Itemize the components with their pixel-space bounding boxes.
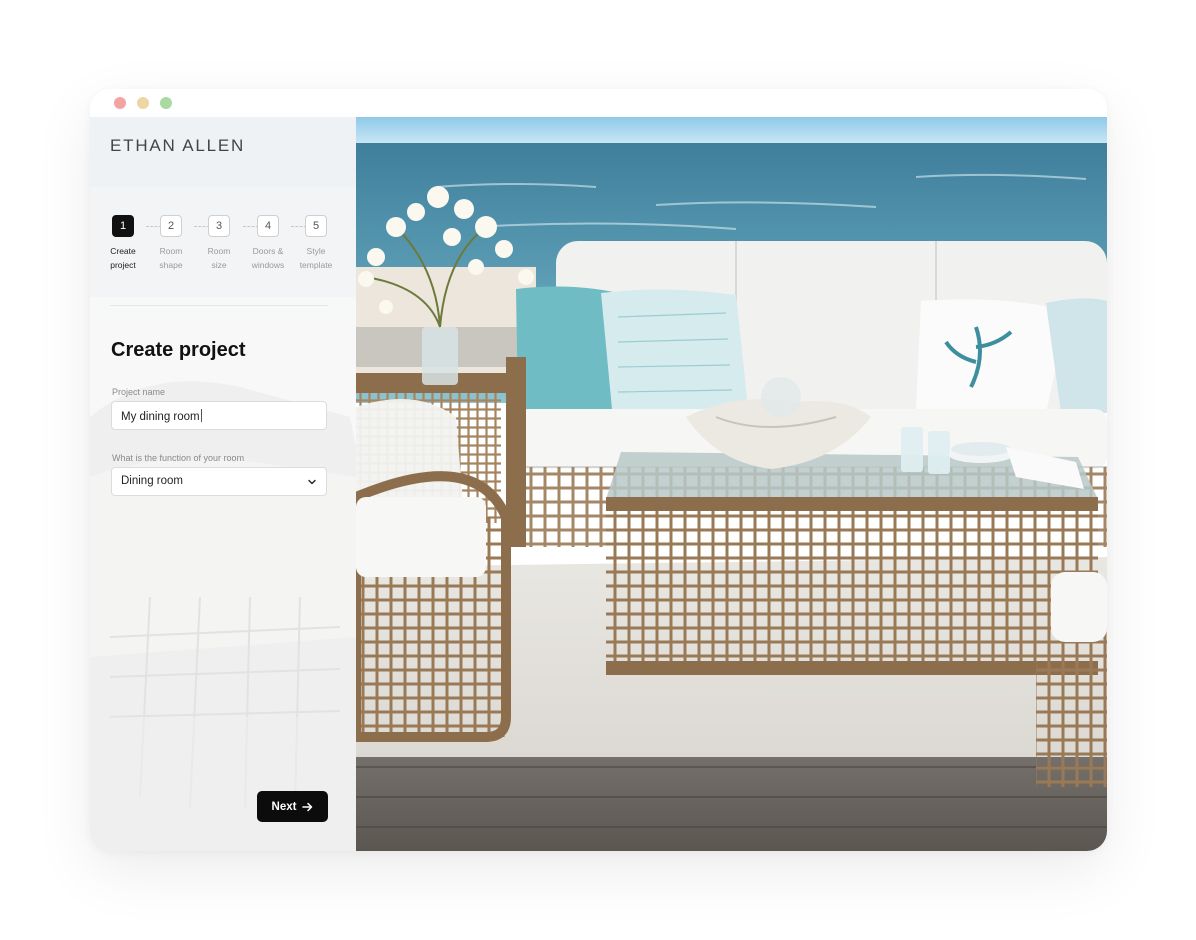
next-button-label: Next	[271, 800, 297, 813]
section-divider	[110, 305, 328, 306]
project-name-input[interactable]: My dining room	[111, 401, 327, 430]
maximize-window-button[interactable]	[160, 97, 172, 109]
step-label: Room size	[207, 246, 231, 270]
step-number: 2	[160, 215, 182, 237]
close-window-button[interactable]	[114, 97, 126, 109]
project-setup-panel: ETHAN ALLEN 1 Create project 2 Room shape	[90, 117, 356, 851]
project-name-value: My dining room	[121, 409, 202, 423]
chevron-down-icon	[308, 479, 316, 485]
text-cursor	[200, 409, 202, 422]
project-name-label: Project name	[112, 387, 166, 397]
step-number: 5	[305, 215, 327, 237]
arrow-right-icon	[302, 802, 313, 811]
app-window: ETHAN ALLEN 1 Create project 2 Room shape	[90, 89, 1107, 851]
step-room-size[interactable]: 3 Room size	[196, 215, 242, 272]
step-number: 1	[112, 215, 134, 237]
step-doors-windows[interactable]: 4 Doors & windows	[245, 215, 291, 272]
minimize-window-button[interactable]	[137, 97, 149, 109]
step-label: Doors & windows	[251, 246, 285, 270]
step-label: Room shape	[159, 246, 183, 270]
page-title: Create project	[111, 339, 246, 361]
step-label: Create project	[110, 246, 136, 270]
step-number: 4	[257, 215, 279, 237]
room-function-select[interactable]: Dining room	[111, 467, 327, 496]
step-create-project[interactable]: 1 Create project	[100, 215, 146, 272]
ethan-allen-logo[interactable]: ETHAN ALLEN	[110, 136, 245, 156]
step-style-template[interactable]: 5 Style template	[293, 215, 339, 272]
step-label: Style template	[299, 246, 333, 270]
step-room-shape[interactable]: 2 Room shape	[148, 215, 194, 272]
room-function-value: Dining room	[121, 475, 183, 487]
hero-photo	[356, 117, 1107, 851]
step-number: 3	[208, 215, 230, 237]
patio-furniture-image	[356, 117, 1107, 851]
title-bar	[90, 89, 1107, 117]
room-function-label: What is the function of your room	[112, 453, 245, 463]
progress-stepper: 1 Create project 2 Room shape 3 Room size 4…	[110, 215, 340, 275]
next-button[interactable]: Next	[257, 791, 328, 822]
